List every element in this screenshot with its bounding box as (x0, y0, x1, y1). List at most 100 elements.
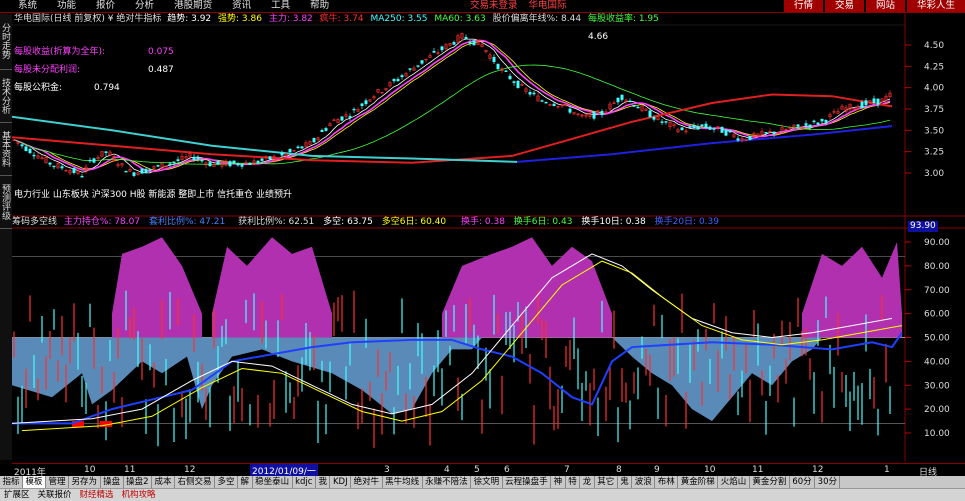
time-tick: 11 (752, 465, 764, 475)
indicator-tab[interactable]: 操盘2 (124, 476, 152, 488)
indicator-tab[interactable]: 30分 (815, 476, 841, 488)
indicator-tab[interactable]: 徐文明 (471, 476, 503, 488)
menu-item-news[interactable]: 资讯 (222, 0, 261, 12)
candle-body (628, 100, 632, 103)
candle-body (236, 163, 240, 166)
indicator-tab[interactable]: 波浪 (632, 476, 656, 488)
menu-item-function[interactable]: 功能 (47, 0, 86, 12)
candle-body (748, 136, 752, 140)
indicator-top-value: 93.90 (908, 221, 938, 232)
indicator-axis-label: 80.00 (924, 262, 950, 272)
button-huacai[interactable]: 华彩人生 (906, 0, 965, 12)
tab-fundamental[interactable]: 基本资料 (0, 123, 12, 176)
eps-value: 0.075 (148, 47, 174, 57)
candle-body (288, 149, 292, 153)
time-tick: 11 (124, 465, 136, 475)
industry-tags: 电力行业 山东板块 沪深300 H股 新能源 整即上市 信托重仓 业绩预升 (14, 190, 292, 200)
link-finance-picks[interactable]: 财经精选 (76, 489, 118, 501)
menu-item-quote[interactable]: 报价 (86, 0, 125, 12)
indicator-tab[interactable]: 右侧交易 (175, 476, 216, 488)
indicator-tab[interactable]: 管理 (46, 476, 70, 488)
menu-item-tools[interactable]: 工具 (261, 0, 300, 12)
candle-body (464, 36, 468, 40)
indicator-tab[interactable]: 黄金阶梯 (678, 476, 719, 488)
chart-area[interactable]: 4.50 4.25 4.00 3.75 3.50 3.25 3.00 90.00 80.00 7… (11, 13, 965, 461)
indicator-tab[interactable]: 鬼 (618, 476, 633, 488)
indicator-axis-labels: 90.00 80.00 70.00 60.00 50.00 40.00 30.00 20.00… (924, 238, 950, 439)
indicator-tab[interactable]: 神 (551, 476, 566, 488)
indicator-tab[interactable]: 其它 (595, 476, 618, 488)
indicator-tab[interactable]: 黑牛均线 (383, 476, 423, 488)
indicator-tab[interactable]: 60分 (790, 476, 816, 488)
indicator-tab[interactable]: 特 (566, 476, 581, 488)
price-axis-label: 3.75 (924, 105, 944, 115)
menu-item-analysis[interactable]: 分析 (125, 0, 164, 12)
indicator-tab[interactable]: 操盘 (101, 476, 124, 488)
time-tick: 12 (812, 465, 824, 475)
indicator-tab[interactable]: 多空 (215, 476, 239, 488)
candle-body (416, 65, 420, 67)
button-website[interactable]: 网站 (865, 0, 905, 12)
indicator-tab[interactable]: 火焰山 (718, 476, 750, 488)
indicator-tab[interactable]: 解 (238, 476, 253, 488)
indicator-tab[interactable]: 云程操盘手 (503, 476, 552, 488)
candle-body (816, 122, 820, 125)
price-axis-label: 3.50 (924, 126, 944, 136)
candle-body (20, 144, 24, 147)
link-expand[interactable]: 扩展区 (0, 489, 34, 501)
indicator-tab[interactable]: 另存为 (69, 476, 101, 488)
candle-body (104, 151, 108, 153)
indicator-tab[interactable]: 稳坐泰山 (253, 476, 293, 488)
menu-item-system[interactable]: 系统 (0, 0, 47, 12)
indicator-tab[interactable]: 龙 (580, 476, 595, 488)
candle-body (528, 92, 532, 95)
time-tick: 1 (884, 465, 890, 475)
indicator-axis-label: 10.00 (924, 429, 950, 439)
login-status: 交易未登录 (470, 0, 518, 11)
indicator-axis-label: 90.00 (924, 238, 950, 248)
indicator-tab[interactable]: 我 (316, 476, 331, 488)
menu-item-hk-futures[interactable]: 港股期货 (164, 0, 222, 12)
indicator-tab[interactable]: 指标 (0, 476, 24, 488)
candle-body (260, 158, 264, 161)
indicator-tab[interactable]: kdjc (293, 476, 316, 488)
candle-body (504, 70, 508, 72)
tab-technical[interactable]: 技术分析 (0, 70, 12, 123)
candle-body (80, 176, 84, 178)
link-institution[interactable]: 机构攻略 (118, 489, 160, 501)
candle-body (600, 111, 604, 116)
menu-item-help[interactable]: 帮助 (300, 0, 339, 12)
tab-forecast[interactable]: 预测评级 (0, 176, 12, 229)
indicator-tab[interactable]: 成本 (152, 476, 176, 488)
indicator-tab[interactable]: 布林 (655, 476, 679, 488)
pianli-value: 股价偏离年线%: 8.44 (492, 14, 582, 24)
candle-body (52, 165, 56, 168)
candle-body (124, 170, 128, 173)
duokong-value: 多空: 63.75 (323, 217, 373, 227)
candle-body (360, 103, 364, 106)
link-related-quote[interactable]: 关联报价 (34, 489, 76, 501)
candle-body (396, 79, 400, 82)
candle-body (232, 160, 236, 164)
indicator-tab[interactable]: KDJ (330, 476, 352, 488)
candle-body (408, 68, 412, 70)
tab-intraday[interactable]: 分时走势 (0, 13, 12, 70)
candle-body (820, 118, 824, 122)
indicator-tab[interactable]: 绝对牛 (351, 476, 383, 488)
peak-price-label: 4.66 (588, 32, 609, 42)
candle-body (320, 130, 324, 132)
time-tick: 9 (654, 465, 660, 475)
indicator-tabs-bar: 指标 模板 管理 另存为 操盘 操盘2 成本 右侧交易 多空解稳坐泰山 kdjc 我 KDJ 绝对牛 黑牛… (0, 476, 965, 488)
indicator-tab[interactable]: 永赚不陪法 (423, 476, 472, 488)
button-market[interactable]: 行情 (783, 0, 823, 12)
candle-body (132, 172, 136, 176)
indicator-tab[interactable]: 模板 (23, 476, 47, 488)
button-trade[interactable]: 交易 (824, 0, 864, 12)
candle-body (552, 103, 556, 107)
indicator-tab[interactable]: 黄金分割 (750, 476, 790, 488)
candle-body (632, 104, 636, 107)
ma250-value: MA250: 3.55 (370, 14, 428, 24)
candle-body (648, 110, 652, 118)
candle-body (688, 126, 692, 128)
price-axis-label: 4.25 (924, 62, 944, 72)
